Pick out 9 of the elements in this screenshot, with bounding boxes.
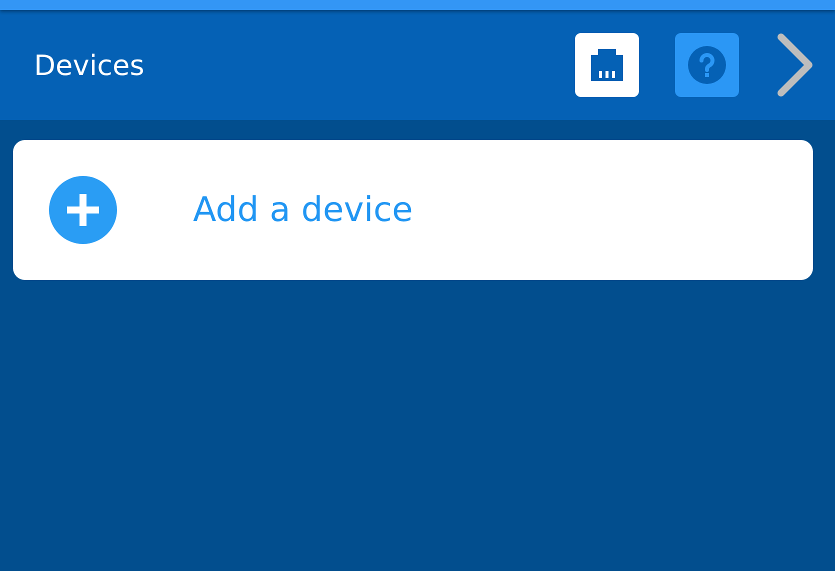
next-button[interactable] (775, 33, 815, 97)
chevron-right-icon (775, 33, 815, 97)
help-icon (687, 45, 727, 85)
plus-icon (49, 176, 117, 244)
network-button[interactable] (575, 33, 639, 97)
page-title: Devices (34, 48, 144, 82)
add-device-label: Add a device (193, 190, 413, 230)
add-device-card[interactable]: Add a device (13, 140, 813, 280)
help-button[interactable] (675, 33, 739, 97)
